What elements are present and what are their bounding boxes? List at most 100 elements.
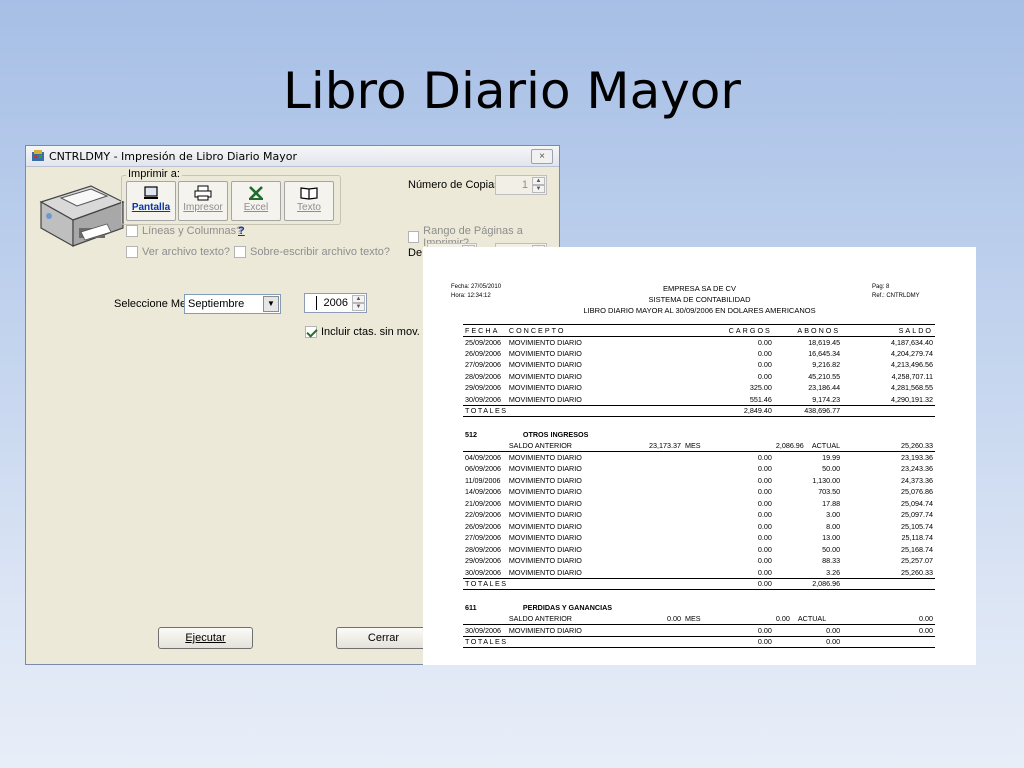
report-company: EMPRESA SA DE CV [663, 284, 736, 293]
row-date: 30/09/2006 [465, 394, 501, 404]
header-saldo: SALDO [842, 324, 935, 337]
row-date: 29/09/2006 [465, 383, 501, 393]
row-concept: MOVIMIENTO DIARIO [508, 360, 582, 370]
row-abonos: 3.00 [826, 510, 841, 520]
row-date: 11/09/2006 [465, 475, 501, 485]
row-concept: MOVIMIENTO DIARIO [508, 625, 582, 635]
table-row: 04/09/2006 MOVIMIENTO DIARIO 0.00 19.99 23,1… [463, 452, 935, 464]
row-cargos: 0.00 [757, 521, 772, 531]
totals-abonos: 2,086.96 [773, 577, 843, 590]
report-table: FECHA CONCEPTO CARGOS ABONOS SALDO 25/09… [463, 324, 935, 648]
window-close-button[interactable]: × [531, 149, 553, 164]
row-saldo: 25,257.07 [901, 556, 933, 566]
table-row: 28/09/2006 MOVIMIENTO DIARIO 0.00 50.00 25,1… [463, 544, 935, 556]
spin-down-icon[interactable]: ▼ [532, 185, 545, 193]
printer-icon [39, 185, 125, 248]
overwrite-text-checkbox[interactable]: Sobre-escribir archivo texto? [234, 246, 390, 258]
copies-label: Número de Copias: [408, 179, 503, 191]
row-date: 27/09/2006 [465, 533, 501, 543]
row-saldo: 25,260.33 [901, 567, 933, 577]
table-header-row: FECHA CONCEPTO CARGOS ABONOS SALDO [463, 324, 935, 337]
table-row: 30/09/2006 MOVIMIENTO DIARIO 0.00 3.26 25,26… [463, 567, 935, 579]
row-date: 04/09/2006 [465, 453, 501, 462]
export-text-button[interactable]: Texto [284, 181, 334, 221]
execute-label: Ejecutar [185, 632, 226, 644]
text-cursor [316, 296, 317, 310]
spin-up-icon[interactable]: ▲ [352, 295, 365, 303]
totals-label: TOTALES [463, 404, 683, 417]
copies-spinner[interactable]: 1 ▲ ▼ [495, 175, 547, 195]
page-range-box[interactable] [408, 231, 420, 243]
account-code: 512 [465, 429, 477, 439]
overwrite-text-box[interactable] [234, 246, 246, 258]
row-abonos: 18,619.45 [808, 337, 841, 347]
row-date: 30/09/2006 [465, 567, 501, 577]
row-saldo: 23,193.36 [901, 453, 933, 462]
view-text-checkbox[interactable]: Ver archivo texto? [126, 246, 230, 258]
account-header-row: 512 OTROS INGRESOS [463, 429, 935, 441]
row-date: 28/09/2006 [465, 544, 501, 554]
row-cargos: 0.00 [757, 487, 772, 497]
row-date: 28/09/2006 [465, 371, 501, 381]
totals-row: TOTALES 0.00 2,086.96 [463, 577, 935, 590]
table-row: 21/09/2006 MOVIMIENTO DIARIO 0.00 17.88 25,0… [463, 498, 935, 510]
header-concepto: CONCEPTO [506, 324, 634, 337]
row-abonos: 50.00 [822, 544, 841, 554]
row-date: 21/09/2006 [465, 498, 501, 508]
row-concept: MOVIMIENTO DIARIO [508, 510, 582, 520]
close-button[interactable]: Cerrar [336, 627, 431, 649]
row-concept: MOVIMIENTO DIARIO [508, 475, 582, 485]
actual-balance-value: 0.00 [842, 613, 935, 625]
row-abonos: 9,216.82 [812, 360, 841, 370]
lines-columns-box[interactable] [126, 225, 138, 237]
execute-button[interactable]: Ejecutar [158, 627, 253, 649]
row-date: 06/09/2006 [465, 464, 501, 474]
table-row: 30/09/2006 MOVIMIENTO DIARIO 0.00 0.00 0.00 [463, 625, 935, 637]
row-date: 27/09/2006 [465, 360, 501, 370]
totals-abonos: 0.00 [773, 635, 843, 648]
report-preview: Fecha: 27/05/2010 Hora: 12:34:12 Pag: 8 … [423, 247, 976, 665]
lines-columns-checkbox[interactable]: Líneas y Columnas? [126, 225, 242, 237]
totals-cargos: 2,849.40 [682, 404, 774, 417]
export-excel-button[interactable]: Excel [231, 181, 281, 221]
row-cargos: 0.00 [757, 453, 772, 462]
row-concept: MOVIMIENTO DIARIO [508, 533, 582, 543]
print-to-screen-button[interactable]: Pantalla [126, 181, 176, 221]
row-saldo: 25,118.74 [901, 533, 933, 543]
row-cargos: 0.00 [757, 371, 772, 381]
prev-balance-label: SALDO ANTERIOR [506, 613, 634, 625]
table-row: 25/09/2006 MOVIMIENTO DIARIO 0.00 18,619.45… [463, 336, 935, 348]
help-link[interactable]: ? [238, 225, 245, 237]
spin-down-icon[interactable]: ▼ [352, 303, 365, 311]
month-balance-value: 2,086.96 [775, 441, 804, 450]
row-concept: MOVIMIENTO DIARIO [508, 453, 582, 462]
row-saldo: 4,281,568.55 [891, 383, 933, 393]
print-to-printer-button[interactable]: Impresor [178, 181, 228, 221]
table-row: 27/09/2006 MOVIMIENTO DIARIO 0.00 9,216.82 4… [463, 359, 935, 371]
totals-abonos: 438,696.77 [773, 404, 843, 417]
row-date: 29/09/2006 [465, 556, 501, 566]
table-row: 28/09/2006 MOVIMIENTO DIARIO 0.00 45,210.55… [463, 371, 935, 383]
slide-title: Libro Diario Mayor [283, 62, 741, 120]
table-row: 26/09/2006 MOVIMIENTO DIARIO 0.00 8.00 25,10… [463, 521, 935, 533]
row-concept: MOVIMIENTO DIARIO [508, 337, 582, 347]
month-balance-value: 0.00 [775, 614, 790, 623]
row-abonos: 50.00 [822, 464, 841, 474]
row-cargos: 0.00 [757, 567, 772, 577]
chevron-down-icon[interactable]: ▼ [263, 296, 279, 312]
month-select[interactable]: Septiembre ▼ [184, 294, 281, 314]
include-accounts-box[interactable] [305, 326, 317, 338]
row-saldo: 25,097.74 [901, 510, 933, 520]
table-row: 26/09/2006 MOVIMIENTO DIARIO 0.00 16,645.34… [463, 348, 935, 360]
print-target-label: Imprimir a: [126, 168, 182, 180]
window-titlebar[interactable]: CNTRLDMY - Impresión de Libro Diario May… [26, 146, 559, 167]
row-saldo: 25,076.86 [901, 487, 933, 497]
row-date: 22/09/2006 [465, 510, 501, 520]
actual-balance-value: 25,260.33 [842, 440, 935, 452]
totals-cargos: 0.00 [682, 635, 774, 648]
year-spinner[interactable]: 2006 ▲ ▼ [304, 293, 367, 313]
view-text-box[interactable] [126, 246, 138, 258]
table-row: 30/09/2006 MOVIMIENTO DIARIO 551.46 9,174.2… [463, 394, 935, 406]
spin-up-icon[interactable]: ▲ [532, 177, 545, 185]
account-header-row: 611 PERDIDAS Y GANANCIAS [463, 602, 935, 614]
